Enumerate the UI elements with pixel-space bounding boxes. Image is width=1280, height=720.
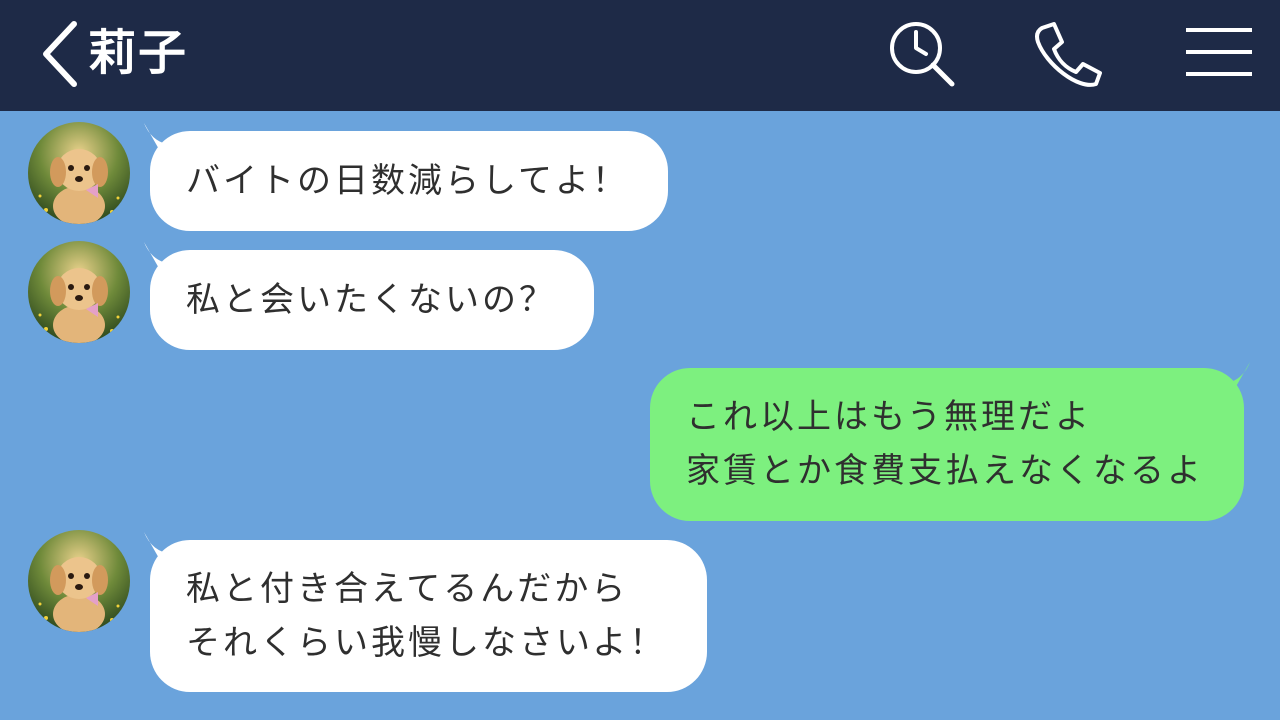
message-text: 家賃とか食費支払えなくなるよ — [686, 451, 1204, 491]
contact-name: 莉子 — [88, 25, 189, 81]
message-text: 私と会いたくないの？ — [186, 280, 556, 320]
phone-icon — [1035, 22, 1102, 87]
call-button[interactable] — [1028, 18, 1102, 92]
message-bubble-incoming[interactable]: バイトの日数減らしてよ！ — [150, 131, 668, 231]
chevron-left-icon — [43, 21, 77, 87]
message-text: これ以上はもう無理だよ — [686, 397, 1092, 437]
message-text: 私と付き合えてるんだから — [186, 569, 629, 609]
puppy-avatar-image — [28, 241, 130, 343]
search-button[interactable] — [884, 18, 958, 92]
message-list[interactable]: バイトの日数減らしてよ！ 私と会いたくないの？ これ以上はもう無理だよ 家賃とか… — [0, 111, 1280, 720]
message-bubble-outgoing[interactable]: これ以上はもう無理だよ 家賃とか食費支払えなくなるよ — [650, 368, 1244, 521]
message-bubble-incoming[interactable]: 私と付き合えてるんだから それくらい我慢しなさいよ！ — [150, 540, 707, 692]
chat-header: 莉子 — [0, 0, 1280, 111]
puppy-avatar-image — [28, 530, 130, 632]
hamburger-menu-icon — [1186, 28, 1252, 76]
message-text: それくらい我慢しなさいよ！ — [186, 623, 667, 663]
back-button[interactable] — [34, 16, 86, 88]
contact-avatar[interactable] — [28, 241, 130, 343]
message-bubble-incoming[interactable]: 私と会いたくないの？ — [150, 250, 594, 350]
contact-avatar[interactable] — [28, 122, 130, 224]
contact-avatar[interactable] — [28, 530, 130, 632]
menu-button[interactable] — [1182, 18, 1256, 92]
search-clock-icon — [890, 22, 955, 87]
message-text: バイトの日数減らしてよ！ — [186, 161, 629, 201]
puppy-avatar-image — [28, 122, 130, 224]
